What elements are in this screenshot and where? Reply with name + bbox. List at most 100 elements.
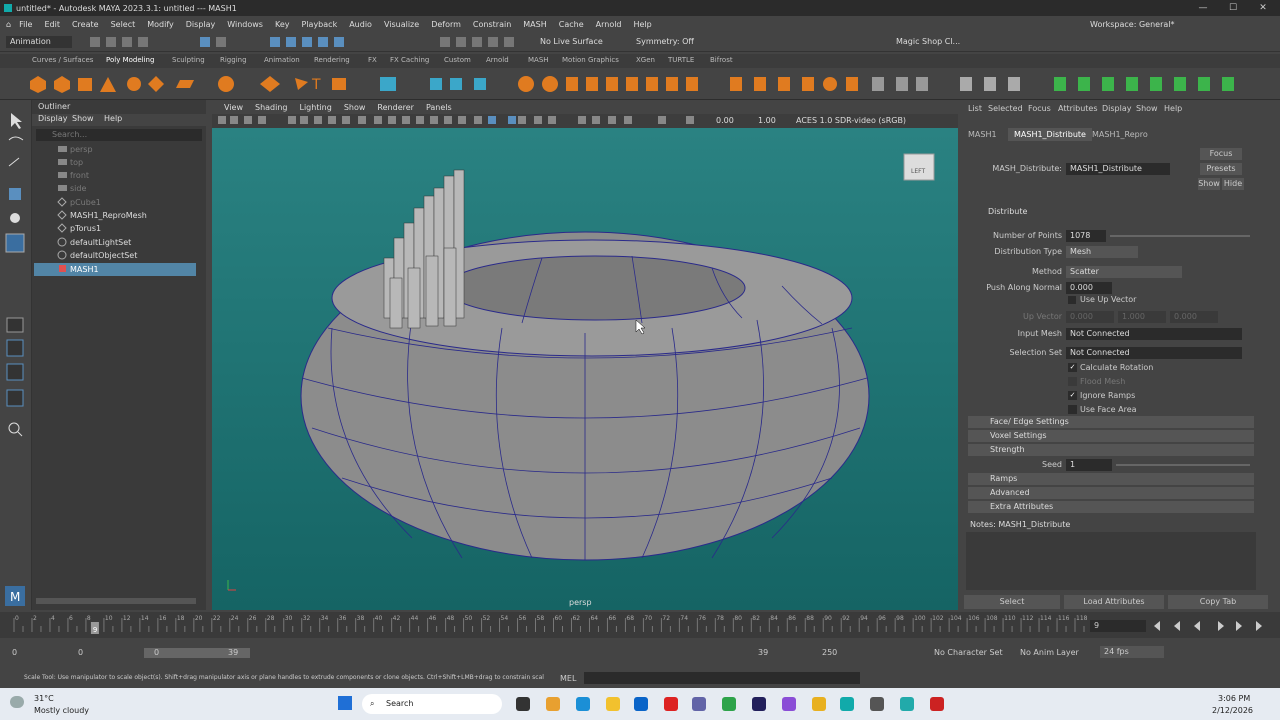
vp-menu-panels[interactable]: Panels	[426, 103, 452, 112]
attr-copy-tab-button[interactable]: Copy Tab	[1168, 595, 1268, 609]
attr-presets-button[interactable]: Presets	[1200, 163, 1242, 175]
start-icon[interactable]	[338, 696, 352, 710]
shelf-tab-motiongraphics[interactable]: Motion Graphics	[562, 56, 619, 64]
shelf-tab-rigging[interactable]: Rigging	[220, 56, 247, 64]
playback-end-field[interactable]: 39	[758, 648, 768, 657]
section-strength[interactable]: Strength	[968, 444, 1254, 456]
workspace-selector[interactable]: Workspace: General*	[1090, 20, 1175, 29]
vp-menu-shading[interactable]: Shading	[255, 103, 288, 112]
status-icons[interactable]	[90, 36, 530, 48]
colorspace-dropdown[interactable]: ACES 1.0 SDR-video (sRGB)	[796, 116, 926, 125]
playback-start-field[interactable]: 0	[78, 648, 83, 657]
outliner-menu-help[interactable]: Help	[104, 114, 122, 123]
time-slider-ticks[interactable]: 0 2 4 6 8 10 12 14 16 18 20 22 24 26 28 30 32 34 36 38 40 42 4…	[10, 612, 1090, 638]
time-slider[interactable]: 0 2 4 6 8 10 12 14 16 18 20 22 24 26 28 30 32 34 36 38 40 42 4…	[0, 612, 1280, 638]
section-extra[interactable]: Extra Attributes	[968, 501, 1254, 513]
character-set-dropdown[interactable]: No Character Set	[934, 648, 1003, 657]
shelf-tab-custom[interactable]: Custom	[444, 56, 471, 64]
shelf-tab-turtle[interactable]: TURTLE	[668, 56, 694, 64]
viewport-scene[interactable]: LEFT persp	[212, 128, 958, 610]
section-advanced[interactable]: Advanced	[968, 487, 1254, 499]
menu-visualize[interactable]: Visualize	[384, 20, 419, 29]
gamma-field[interactable]: 1.00	[758, 116, 776, 125]
shelf-tab-mash[interactable]: MASH	[528, 56, 549, 64]
outliner-menu-show[interactable]: Show	[72, 114, 94, 123]
calc-rotation-checkbox[interactable]: ✓	[1068, 363, 1077, 372]
app-icon-1[interactable]	[546, 697, 560, 711]
outlook-icon[interactable]	[634, 697, 648, 711]
flood-mesh-checkbox[interactable]	[1068, 377, 1077, 386]
attr-load-button[interactable]: Load Attributes	[1064, 595, 1164, 609]
method-dropdown[interactable]: Scatter	[1066, 266, 1182, 278]
fps-dropdown[interactable]: 24 fps	[1100, 646, 1164, 658]
section-voxel[interactable]: Voxel Settings	[968, 430, 1254, 442]
menu-edit[interactable]: Edit	[44, 20, 60, 29]
menu-arnold[interactable]: Arnold	[596, 20, 622, 29]
up-vector-x[interactable]: 0.000	[1066, 311, 1114, 323]
use-face-area-checkbox[interactable]	[1068, 405, 1077, 414]
num-points-slider[interactable]	[1110, 235, 1250, 237]
taskview-icon[interactable]	[516, 697, 530, 711]
app-icon-4[interactable]	[870, 697, 884, 711]
menu-modify[interactable]: Modify	[147, 20, 174, 29]
up-vector-y[interactable]: 1.000	[1118, 311, 1166, 323]
attr-select-button[interactable]: Select	[964, 595, 1060, 609]
taskbar-search[interactable]: ⌕ Search	[362, 694, 502, 714]
menu-windows[interactable]: Windows	[227, 20, 263, 29]
up-vector-z[interactable]: 0.000	[1170, 311, 1218, 323]
selection-set-field[interactable]: Not Connected	[1066, 347, 1242, 359]
maya-taskbar-icon[interactable]	[840, 697, 854, 711]
command-input[interactable]	[584, 672, 860, 684]
input-mesh-field[interactable]: Not Connected	[1066, 328, 1242, 340]
menu-cache[interactable]: Cache	[559, 20, 584, 29]
shelf-tab-arnold[interactable]: Arnold	[486, 56, 509, 64]
script-language-button[interactable]: MEL	[560, 674, 576, 683]
menu-constrain[interactable]: Constrain	[473, 20, 511, 29]
notes-area[interactable]	[966, 532, 1256, 590]
edge-icon[interactable]	[576, 697, 590, 711]
menu-key[interactable]: Key	[275, 20, 290, 29]
use-up-vector-checkbox[interactable]	[1068, 296, 1076, 304]
shelf-tab-animation[interactable]: Animation	[264, 56, 300, 64]
app-icon-3[interactable]	[782, 697, 796, 711]
outliner-search-input[interactable]: Search...	[36, 129, 202, 141]
shelf-tab-xgen[interactable]: XGen	[636, 56, 655, 64]
attr-menu-help[interactable]: Help	[1164, 104, 1182, 113]
live-surface-field[interactable]: No Live Surface	[540, 37, 603, 46]
vp-menu-view[interactable]: View	[224, 103, 243, 112]
attr-focus-button[interactable]: Focus	[1200, 148, 1242, 160]
menu-display[interactable]: Display	[186, 20, 216, 29]
close-button[interactable]: ✕	[1248, 0, 1278, 16]
num-points-field[interactable]: 1078	[1066, 230, 1106, 242]
attr-tab-distribute[interactable]: MASH1_Distribute	[1008, 128, 1092, 141]
app-icon-5[interactable]	[900, 697, 914, 711]
menu-help[interactable]: Help	[634, 20, 652, 29]
teams-icon[interactable]	[692, 697, 706, 711]
attr-hide-button[interactable]: Hide	[1222, 178, 1244, 190]
anim-layer-dropdown[interactable]: No Anim Layer	[1020, 648, 1079, 657]
shelf-tab-sculpting[interactable]: Sculpting	[172, 56, 205, 64]
vp-menu-renderer[interactable]: Renderer	[377, 103, 414, 112]
shelf-tab-curves[interactable]: Curves / Surfaces	[32, 56, 93, 64]
vp-menu-lighting[interactable]: Lighting	[299, 103, 331, 112]
attr-tab-repro[interactable]: MASH1_Repro	[1092, 130, 1148, 139]
attr-show-button[interactable]: Show	[1198, 178, 1220, 190]
ignore-ramps-checkbox[interactable]: ✓	[1068, 391, 1077, 400]
shelf-tab-bifrost[interactable]: Bifrost	[710, 56, 733, 64]
home-icon[interactable]: ⌂	[6, 20, 11, 29]
distribute-section-header[interactable]: Distribute	[968, 206, 1254, 218]
chrome-icon[interactable]	[722, 697, 736, 711]
attr-menu-show[interactable]: Show	[1136, 104, 1158, 113]
shelf-tab-fxcaching[interactable]: FX Caching	[390, 56, 429, 64]
node-name-field[interactable]: MASH1_Distribute	[1066, 163, 1170, 175]
after-effects-icon[interactable]	[752, 697, 766, 711]
maximize-button[interactable]: ☐	[1218, 0, 1248, 16]
outliner-hscrollbar[interactable]	[36, 598, 196, 604]
attr-menu-selected[interactable]: Selected	[988, 104, 1023, 113]
shelf-tool-icons[interactable]: T	[30, 74, 1270, 94]
push-field[interactable]: 0.000	[1066, 282, 1112, 294]
menu-select[interactable]: Select	[111, 20, 136, 29]
attr-menu-focus[interactable]: Focus	[1028, 104, 1051, 113]
attr-menu-display[interactable]: Display	[1102, 104, 1132, 113]
menu-create[interactable]: Create	[72, 20, 99, 29]
